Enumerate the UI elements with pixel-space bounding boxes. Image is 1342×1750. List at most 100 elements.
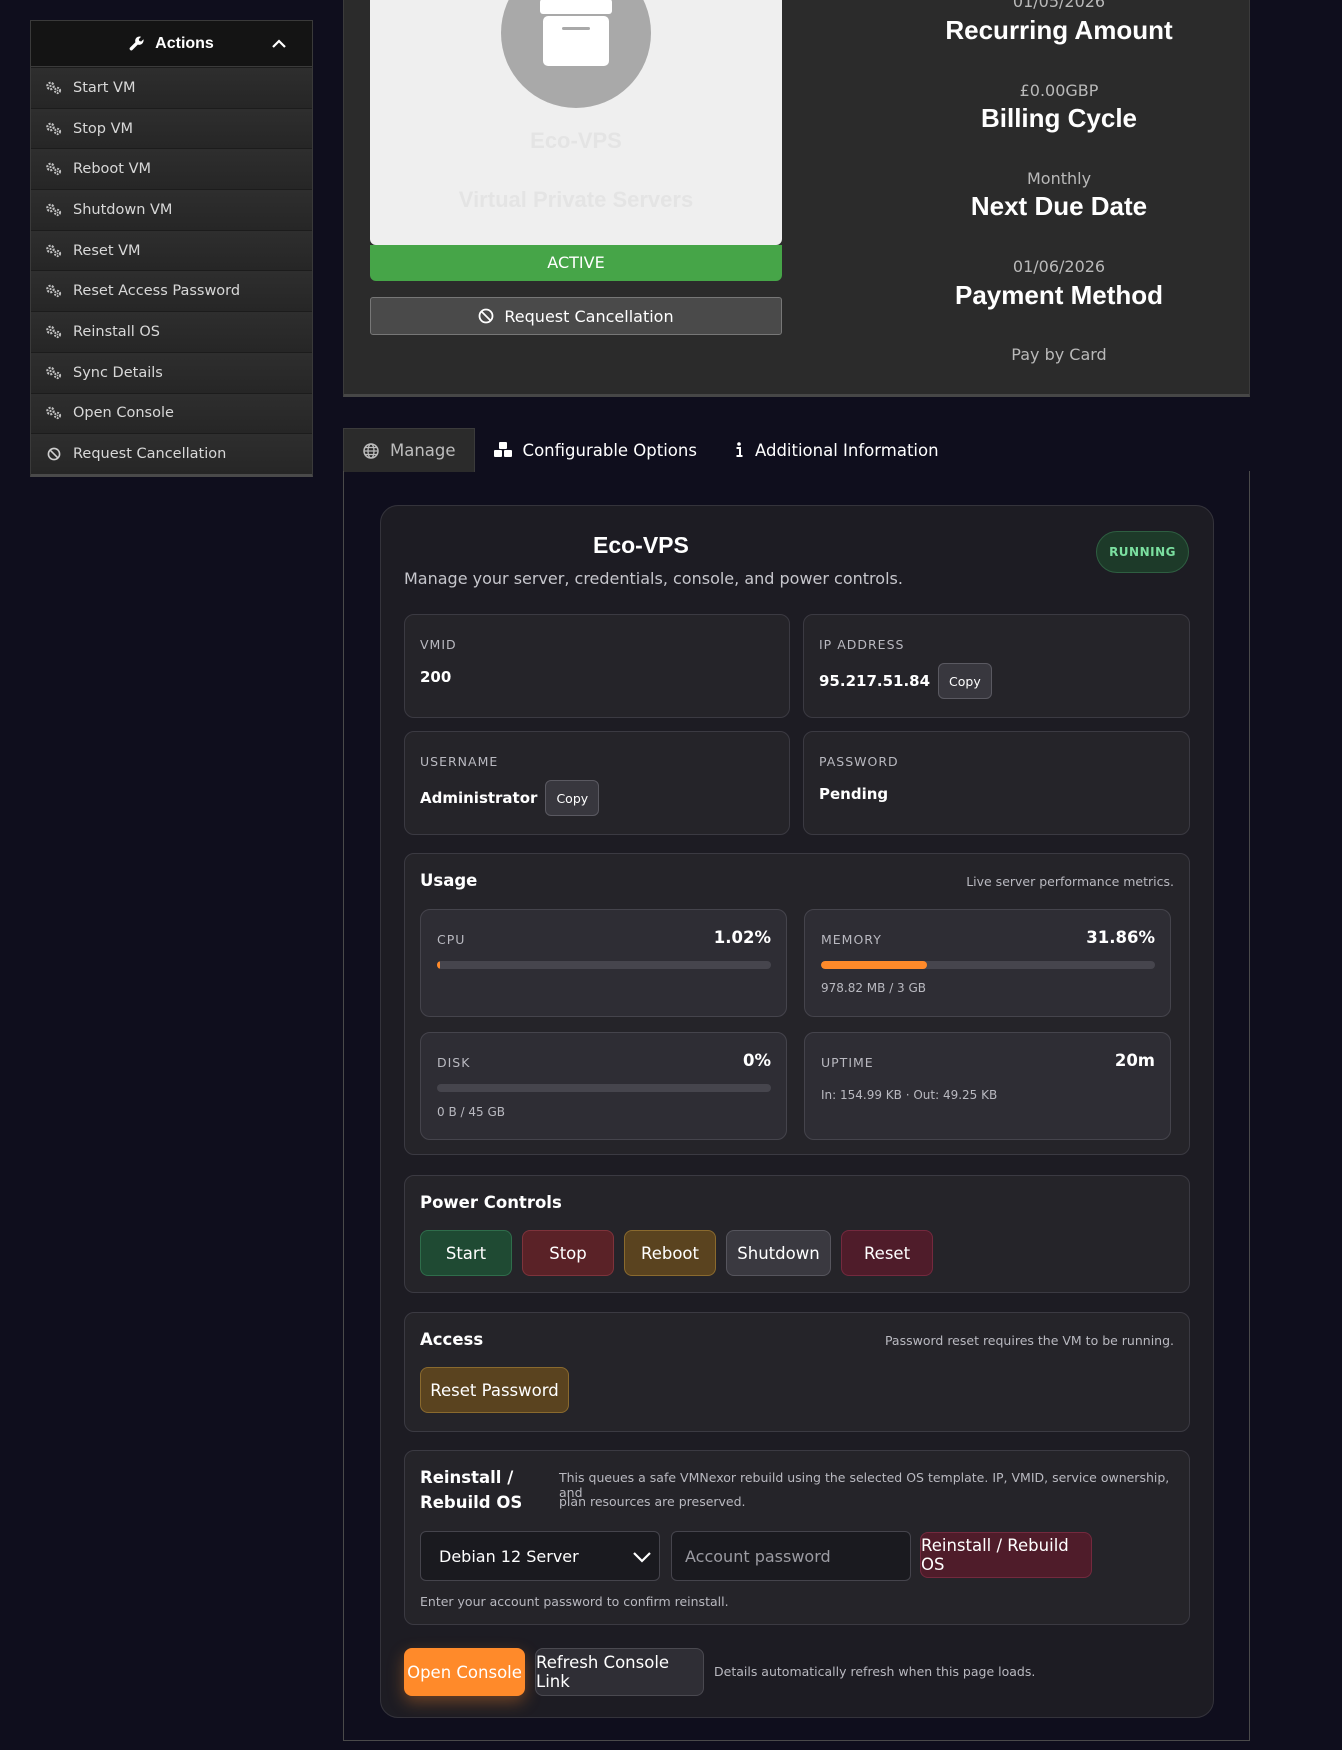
recurring-amount-label: Recurring Amount: [945, 15, 1173, 45]
actions-title: Actions: [155, 34, 214, 52]
sidebar-item-label: Reinstall OS: [73, 323, 160, 340]
cpu-progress-bar: [437, 961, 771, 969]
tab-configurable-options[interactable]: Configurable Options: [475, 428, 715, 472]
sidebar-item-start-vm[interactable]: Start VM: [31, 67, 312, 108]
sidebar-item-shutdown-vm[interactable]: Shutdown VM: [31, 189, 312, 230]
disk-value: 0%: [742, 1051, 771, 1070]
memory-progress-fill: [821, 961, 928, 969]
sidebar-item-request-cancellation[interactable]: Request Cancellation: [31, 433, 312, 474]
memory-progress-bar: [821, 961, 1155, 969]
account-password-input[interactable]: [671, 1531, 911, 1581]
cubes-icon: [493, 442, 512, 457]
sidebar-item-label: Open Console: [73, 405, 174, 422]
sidebar-item-open-console[interactable]: Open Console: [31, 392, 312, 434]
ban-icon: [479, 308, 494, 324]
gears-icon: [45, 366, 63, 380]
sidebar-item-label: Sync Details: [73, 364, 163, 381]
actions-header[interactable]: Actions: [31, 21, 312, 67]
gears-icon: [45, 244, 63, 258]
sidebar-item-reset-vm[interactable]: Reset VM: [31, 229, 312, 271]
billing-cycle-value: Monthly: [1026, 169, 1092, 188]
os-template-value: Debian 12 Server: [439, 1546, 579, 1566]
request-cancellation-button[interactable]: Request Cancellation: [370, 297, 782, 335]
actions-list: Start VM Stop VM Reboot VM Shutdown VM Reset…: [31, 67, 312, 474]
vm-title: Eco-VPS: [593, 532, 689, 558]
copy-ip-button[interactable]: Copy: [938, 663, 992, 699]
os-template-select[interactable]: Debian 12 Server: [420, 1531, 660, 1581]
refresh-console-link-button[interactable]: Refresh Console Link: [535, 1648, 704, 1696]
product-group: Virtual Private Servers: [458, 187, 694, 212]
stop-button[interactable]: Stop: [522, 1230, 614, 1276]
chevron-down-icon: [633, 1552, 651, 1563]
memory-detail: 978.82 MB / 3 GB: [821, 981, 927, 995]
gears-icon: [45, 203, 63, 217]
vm-manage-card: Eco-VPS Manage your server, credentials,…: [380, 505, 1214, 1718]
globe-icon: [363, 442, 379, 459]
cpu-caption: CPU: [437, 932, 466, 947]
disk-metric: DISK 0% 0 B / 45 GB: [420, 1032, 787, 1140]
cpu-value: 1.02%: [713, 928, 771, 947]
sidebar-item-label: Shutdown VM: [73, 201, 173, 218]
ban-icon: [45, 447, 63, 461]
request-cancellation-label: Request Cancellation: [504, 306, 674, 326]
service-tabs: Manage Configurable Options Additional I…: [343, 428, 957, 472]
first-payment-value: 01/05/2026: [1012, 0, 1106, 11]
product-card: Eco-VPS Virtual Private Servers: [370, 0, 782, 245]
actions-sidebar: Actions Start VM Stop VM Reboot VM Shutdown…: [30, 20, 313, 477]
reinstall-note-line2: plan resources are preserved.: [559, 1494, 746, 1509]
sidebar-item-sync-details[interactable]: Sync Details: [31, 351, 312, 393]
ip-address-caption: IP ADDRESS: [819, 637, 905, 652]
username-caption: USERNAME: [420, 754, 499, 769]
gears-icon: [45, 81, 63, 95]
copy-username-button[interactable]: Copy: [545, 780, 600, 816]
reset-button[interactable]: Reset: [841, 1230, 933, 1276]
access-title: Access: [420, 1330, 484, 1349]
cpu-metric: CPU 1.02%: [420, 909, 787, 1017]
power-controls-title: Power Controls: [420, 1193, 562, 1212]
chevron-up-icon[interactable]: [270, 35, 288, 53]
shutdown-button[interactable]: Shutdown: [726, 1230, 831, 1276]
vmid-box: VMID 200: [404, 614, 790, 718]
ip-address-box: IP ADDRESS 95.217.51.84 Copy: [803, 614, 1190, 718]
running-status-badge: RUNNING: [1096, 531, 1189, 573]
reinstall-title-line2: Rebuild OS: [420, 1493, 523, 1512]
vmid-value: 200: [420, 668, 452, 686]
access-note: Password reset requires the VM to be run…: [884, 1333, 1174, 1348]
vm-description: Manage your server, credentials, console…: [404, 569, 903, 588]
product-summary-panel: Eco-VPS Virtual Private Servers ACTIVE R…: [343, 0, 1250, 397]
console-note: Details automatically refresh when this …: [714, 1664, 1036, 1679]
tab-manage-label: Manage: [390, 441, 456, 460]
username-box: USERNAME Administrator Copy: [404, 731, 790, 835]
password-caption: PASSWORD: [819, 754, 899, 769]
gears-icon: [45, 406, 63, 420]
payment-method-value: Pay by Card: [1011, 345, 1107, 364]
uptime-detail: In: 154.99 KB · Out: 49.25 KB: [821, 1088, 998, 1102]
usage-section: Usage Live server performance metrics. C…: [404, 853, 1190, 1155]
sidebar-item-reboot-vm[interactable]: Reboot VM: [31, 148, 312, 190]
power-controls-section: Power Controls Start Stop Reboot Shutdow…: [404, 1175, 1190, 1293]
gears-icon: [45, 122, 63, 136]
sidebar-item-reinstall-os[interactable]: Reinstall OS: [31, 311, 312, 352]
sidebar-item-stop-vm[interactable]: Stop VM: [31, 107, 312, 149]
gears-icon: [45, 325, 63, 339]
usage-note: Live server performance metrics.: [966, 874, 1174, 889]
tab-additional-information[interactable]: Additional Information: [715, 428, 957, 472]
tab-configurable-options-label: Configurable Options: [522, 440, 697, 460]
reinstall-rebuild-button[interactable]: Reinstall / Rebuild OS: [920, 1532, 1092, 1578]
memory-metric: MEMORY 31.86% 978.82 MB / 3 GB: [804, 909, 1171, 1017]
info-icon: [736, 442, 743, 457]
tab-manage[interactable]: Manage: [343, 428, 475, 472]
wrench-icon: [129, 36, 144, 50]
reset-password-button[interactable]: Reset Password: [420, 1367, 569, 1413]
disk-progress-bar: [437, 1084, 771, 1092]
sidebar-item-label: Reset Access Password: [73, 283, 241, 300]
sidebar-item-reset-access-password[interactable]: Reset Access Password: [31, 270, 312, 312]
reinstall-title-line1: Reinstall /: [420, 1468, 514, 1487]
reinstall-hint: Enter your account password to confirm r…: [420, 1594, 729, 1609]
tab-additional-information-label: Additional Information: [754, 440, 939, 460]
open-console-button[interactable]: Open Console: [404, 1648, 525, 1696]
username-value: Administrator: [420, 789, 538, 807]
start-button[interactable]: Start: [420, 1230, 512, 1276]
reboot-button[interactable]: Reboot: [624, 1230, 716, 1276]
memory-caption: MEMORY: [821, 932, 882, 947]
